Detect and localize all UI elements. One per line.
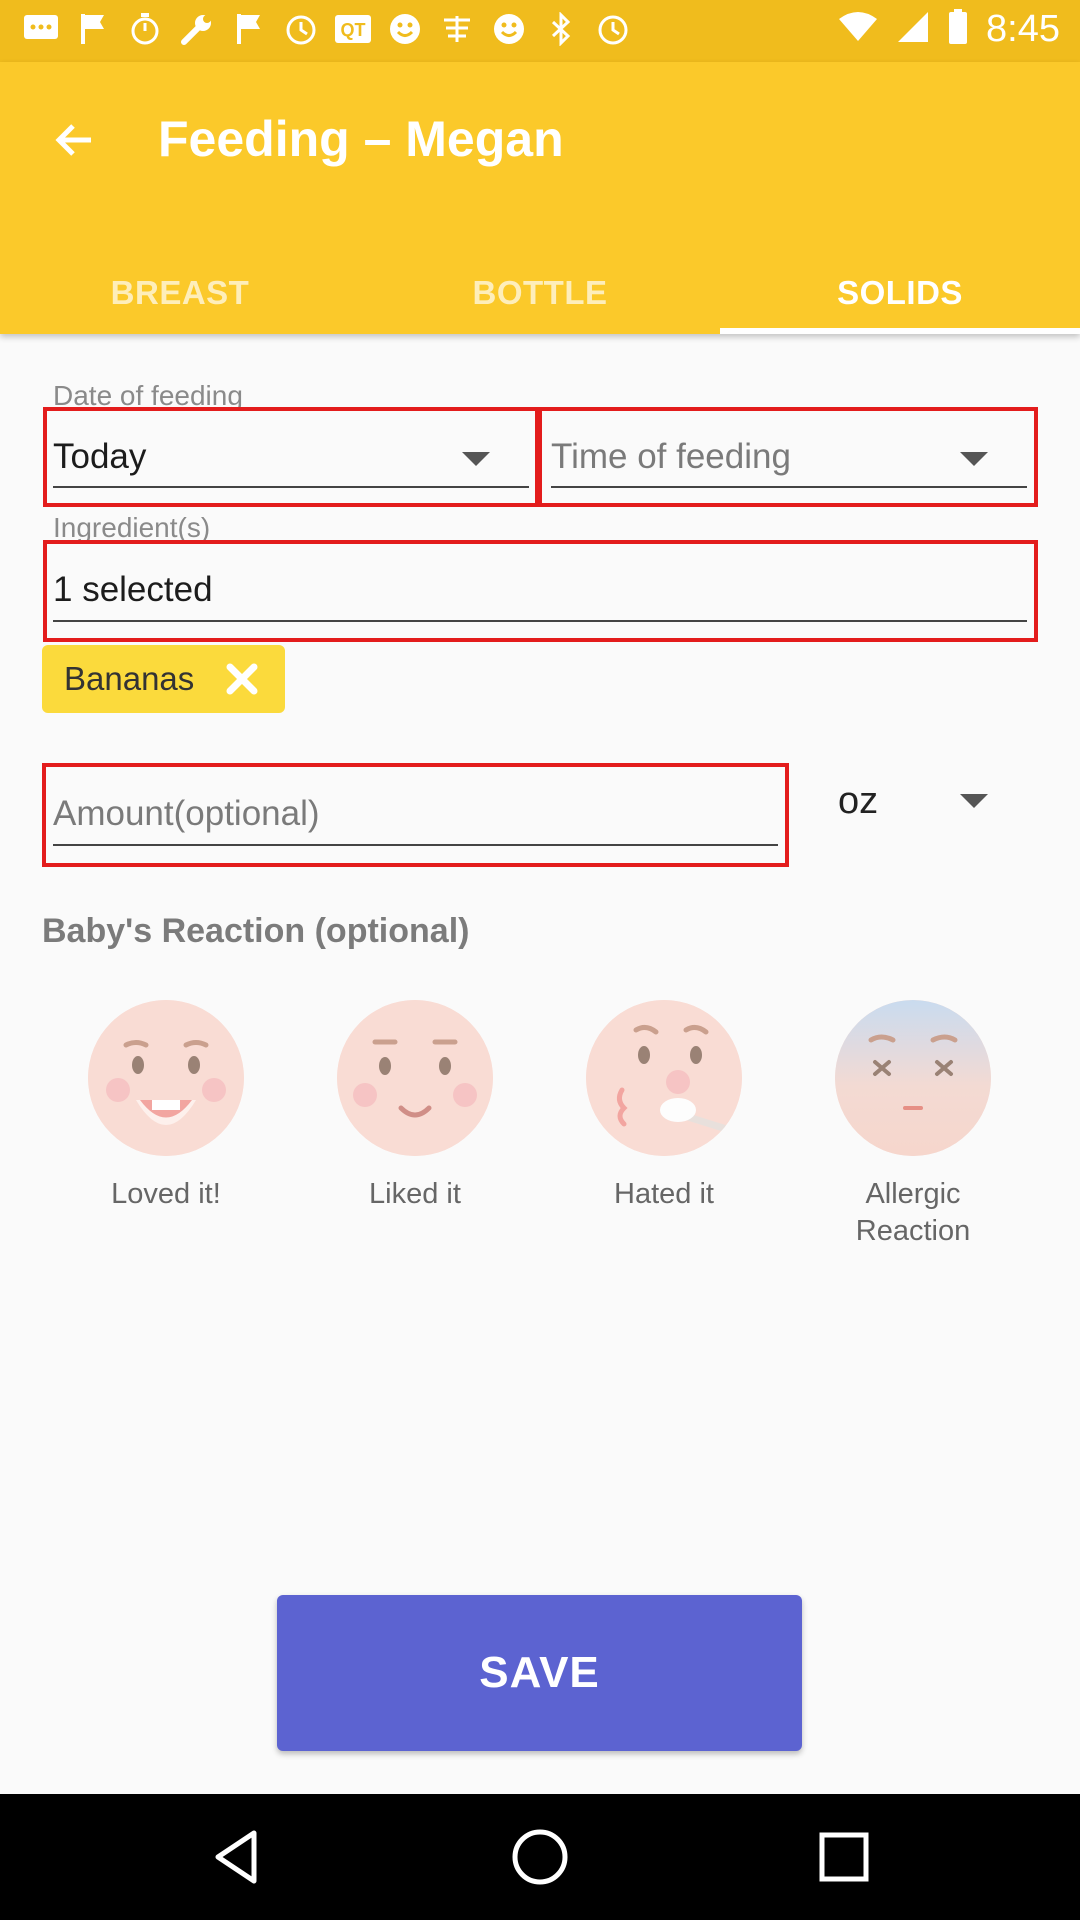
clock-time: 8:45: [986, 8, 1060, 50]
triangle-back-icon: [215, 1830, 257, 1884]
save-button[interactable]: SAVE: [277, 1595, 802, 1751]
wifi-icon: [838, 11, 878, 48]
square-recents-icon: [819, 1832, 869, 1882]
reaction-allergic[interactable]: Allergic Reaction: [813, 1000, 1013, 1250]
navigation-bar: [0, 1794, 1080, 1920]
wrench-icon: [178, 10, 216, 48]
nav-recents-button[interactable]: [814, 1827, 874, 1887]
liked-face-icon: [337, 1000, 493, 1156]
bluetooth-icon: [542, 10, 580, 48]
hated-face-icon: [586, 1000, 742, 1156]
battery-icon: [948, 9, 968, 50]
alarm-icon: [594, 10, 632, 48]
chevron-down-icon: [960, 452, 988, 466]
nav-home-button[interactable]: [510, 1827, 570, 1887]
stopwatch-icon: [126, 10, 164, 48]
reaction-section-title: Baby's Reaction (optional): [42, 912, 470, 950]
close-icon: [226, 663, 258, 695]
tab-bar: BREAST BOTTLE SOLIDS: [0, 252, 1080, 334]
svg-text:QT: QT: [341, 20, 366, 40]
chip-label: Bananas: [64, 660, 195, 697]
circle-home-icon: [512, 1829, 568, 1885]
tab-bottle[interactable]: BOTTLE: [360, 252, 720, 334]
date-value: Today: [53, 437, 147, 476]
app-bar: Feeding – Megan BREAST BOTTLE SOLIDS: [0, 62, 1080, 334]
system-status: 8:45: [838, 8, 1060, 51]
chevron-down-icon: [960, 794, 988, 808]
back-button[interactable]: [40, 107, 106, 173]
reaction-label: Liked it: [369, 1178, 461, 1210]
alarm-icon: [282, 10, 320, 48]
reaction-liked[interactable]: Liked it: [315, 1000, 515, 1213]
smiley-icon: [386, 10, 424, 48]
time-placeholder: Time of feeding: [551, 437, 791, 476]
chevron-down-icon: [462, 452, 490, 466]
chip-remove-button[interactable]: [224, 661, 260, 697]
allergic-face-icon: [835, 1000, 991, 1156]
unit-value: oz: [838, 780, 879, 822]
status-bar: QT 8:45: [0, 0, 1080, 62]
arrow-back-icon: [55, 124, 91, 156]
smiley-icon: [490, 10, 528, 48]
notification-icons: QT: [22, 10, 632, 48]
signal-icon: [896, 10, 930, 49]
chinese-icon: [438, 10, 476, 48]
reaction-label: Loved it!: [111, 1178, 221, 1210]
reaction-label: Allergic Reaction: [855, 1178, 971, 1247]
tab-solids[interactable]: SOLIDS: [720, 252, 1080, 334]
nav-back-button[interactable]: [208, 1827, 268, 1887]
reaction-loved[interactable]: Loved it!: [66, 1000, 266, 1213]
qr-icon: QT: [334, 10, 372, 48]
message-icon: [22, 10, 60, 48]
loved-face-icon: [88, 1000, 244, 1156]
page-title: Feeding – Megan: [158, 111, 564, 167]
flag-icon: [74, 10, 112, 48]
ingredient-chip: Bananas: [42, 645, 285, 713]
flag-icon: [230, 10, 268, 48]
amount-placeholder: Amount(optional): [53, 794, 320, 833]
reaction-hated[interactable]: Hated it: [564, 1000, 764, 1213]
tab-indicator: [720, 328, 1080, 334]
ingredients-value: 1 selected: [53, 570, 213, 609]
reaction-label: Hated it: [614, 1178, 714, 1210]
tab-breast[interactable]: BREAST: [0, 252, 360, 334]
